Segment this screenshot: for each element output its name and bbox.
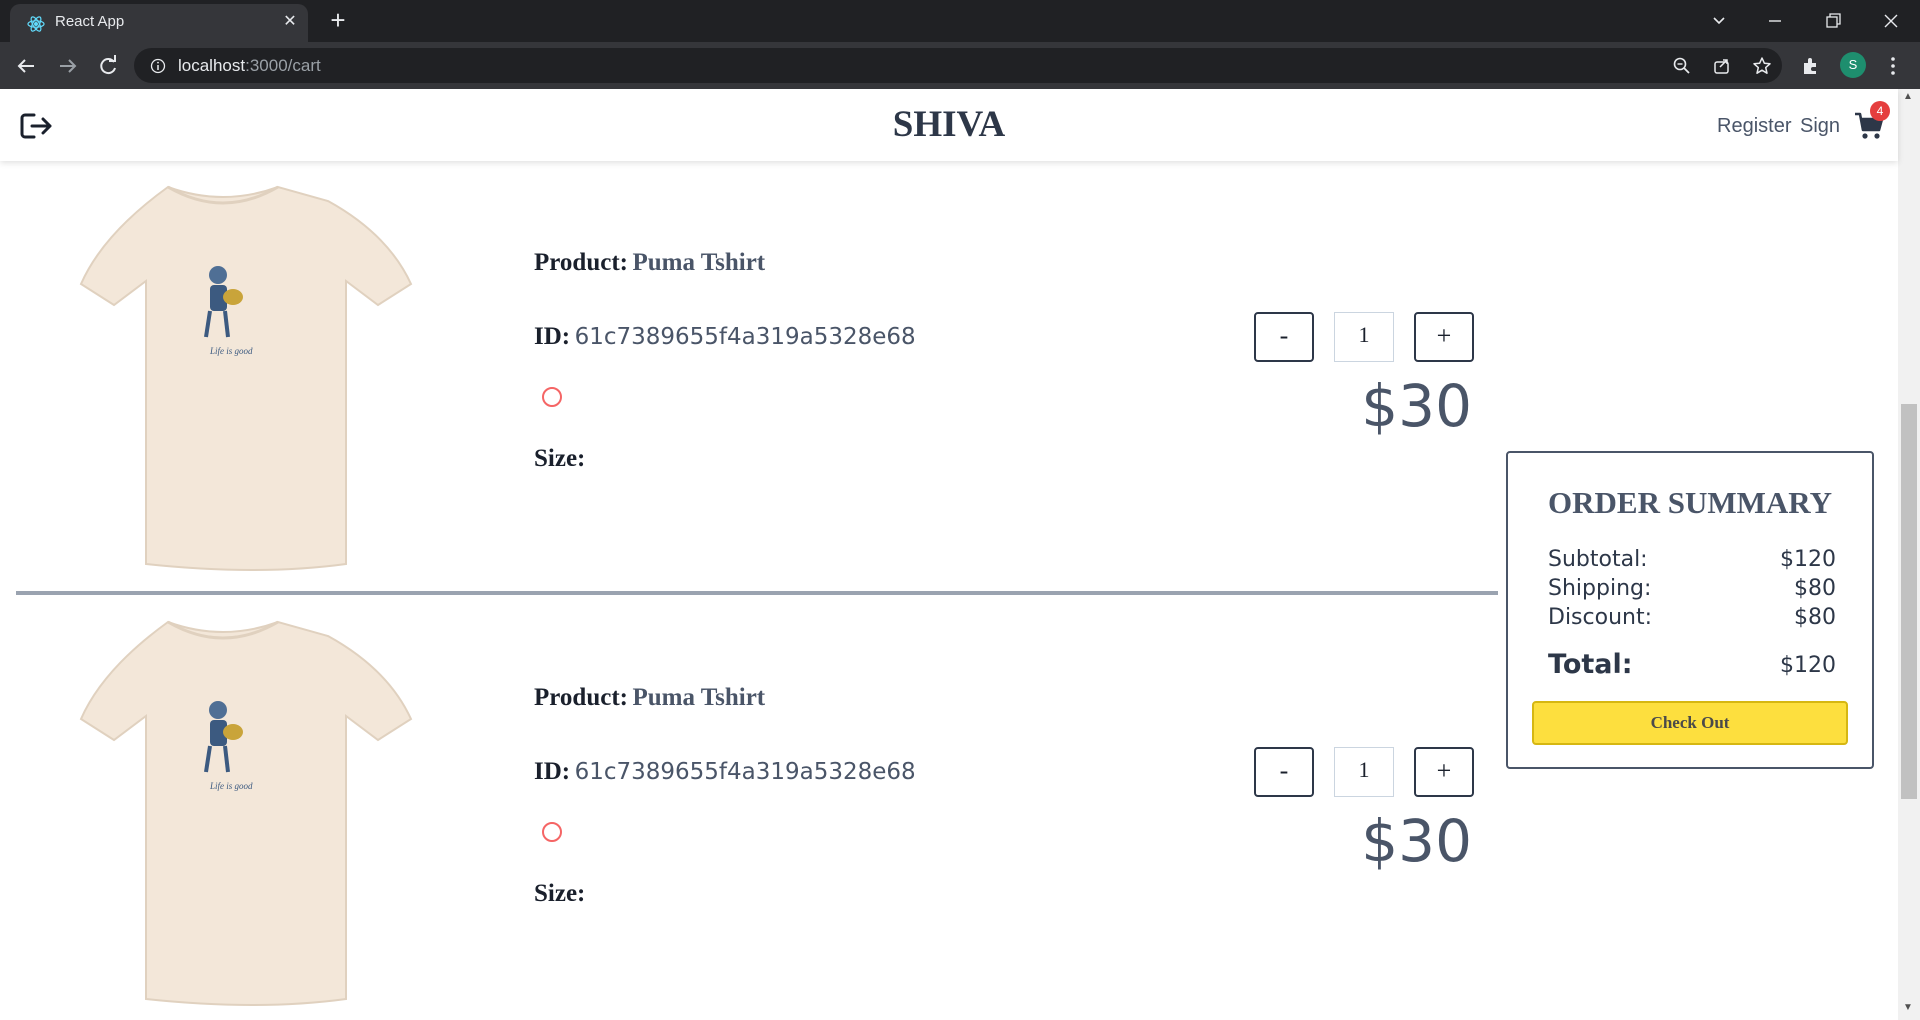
brand-logo[interactable]: SHIVA — [0, 103, 1898, 146]
share-icon[interactable] — [1712, 56, 1732, 76]
product-label: Product: — [534, 684, 628, 711]
tab-title: React App — [55, 13, 125, 30]
site-header: SHIVA Register Sign 4 — [0, 89, 1898, 161]
forward-arrow-icon[interactable] — [54, 52, 82, 80]
item-divider — [16, 591, 1498, 595]
size-label: Size: — [534, 445, 586, 472]
shipping-value: $80 — [1794, 576, 1836, 601]
restore-icon[interactable] — [1818, 6, 1848, 36]
info-icon[interactable] — [150, 58, 166, 74]
url-text[interactable]: localhost:3000/cart — [178, 56, 321, 76]
extensions-icon[interactable] — [1800, 55, 1822, 77]
svg-text:Life is good: Life is good — [209, 346, 253, 356]
quantity-value: 1 — [1334, 747, 1394, 797]
shipping-label: Shipping: — [1548, 576, 1652, 601]
minimize-icon[interactable] — [1760, 6, 1790, 36]
quantity-value: 1 — [1334, 312, 1394, 362]
reload-icon[interactable] — [94, 52, 122, 80]
product-label: Product: — [534, 249, 628, 276]
sign-link[interactable]: Sign — [1800, 115, 1840, 138]
id-label: ID: — [534, 323, 571, 350]
color-swatch-icon[interactable] — [542, 822, 562, 842]
id-line: ID: 61c7389655f4a319a5328e68 — [534, 758, 916, 786]
browser-tab[interactable]: React App ✕ — [10, 4, 308, 42]
scroll-up-icon[interactable]: ▲ — [1903, 91, 1913, 102]
decrease-quantity-button[interactable]: - — [1254, 312, 1314, 362]
order-summary-panel: ORDER SUMMARY Subtotal: $120 Shipping: $… — [1506, 451, 1874, 769]
star-icon[interactable] — [1752, 56, 1772, 76]
profile-avatar[interactable]: S — [1840, 52, 1866, 78]
new-tab-button[interactable]: + — [325, 7, 351, 33]
zoom-icon[interactable] — [1672, 56, 1692, 76]
close-window-icon[interactable] — [1876, 6, 1906, 36]
decrease-quantity-button[interactable]: - — [1254, 747, 1314, 797]
item-price: $30 — [1361, 372, 1472, 440]
id-value: 61c7389655f4a319a5328e68 — [574, 759, 916, 785]
subtotal-label: Subtotal: — [1548, 547, 1648, 572]
react-favicon — [27, 16, 45, 32]
scrollbar-thumb[interactable] — [1901, 404, 1917, 799]
scroll-down-icon[interactable]: ▼ — [1903, 1002, 1913, 1013]
product-line: Product: Puma Tshirt — [534, 249, 765, 277]
size-line: Size: — [534, 445, 585, 473]
register-link[interactable]: Register — [1717, 115, 1791, 138]
browser-toolbar: localhost:3000/cart — [0, 42, 1920, 89]
cart-count-badge: 4 — [1870, 101, 1890, 121]
product-name: Puma Tshirt — [632, 249, 766, 276]
url-path: :3000/cart — [245, 56, 321, 75]
back-arrow-icon[interactable] — [12, 52, 40, 80]
increase-quantity-button[interactable]: + — [1414, 747, 1474, 797]
address-bar[interactable]: localhost:3000/cart — [134, 48, 1782, 83]
increase-quantity-button[interactable]: + — [1414, 312, 1474, 362]
discount-label: Discount: — [1548, 605, 1652, 630]
menu-dots-icon[interactable] — [1882, 55, 1904, 77]
total-value: $120 — [1780, 653, 1836, 678]
discount-value: $80 — [1794, 605, 1836, 630]
size-line: Size: — [534, 880, 585, 908]
id-line: ID: 61c7389655f4a319a5328e68 — [534, 323, 916, 351]
cart-item: Life is good Product: Puma Tshirt ID: 61… — [0, 179, 1500, 609]
size-label: Size: — [534, 880, 586, 907]
svg-text:Life is good: Life is good — [209, 781, 253, 791]
tab-search-icon[interactable] — [1704, 6, 1734, 36]
url-host: localhost — [178, 56, 246, 75]
tab-close-icon[interactable]: ✕ — [280, 12, 300, 32]
total-label: Total: — [1548, 649, 1633, 680]
item-price: $30 — [1361, 807, 1472, 875]
id-label: ID: — [534, 758, 571, 785]
checkout-button[interactable]: Check Out — [1532, 701, 1848, 745]
subtotal-value: $120 — [1780, 547, 1836, 572]
id-value: 61c7389655f4a319a5328e68 — [574, 324, 916, 350]
product-line: Product: Puma Tshirt — [534, 684, 765, 712]
browser-tab-strip: React App ✕ + — [0, 0, 1920, 42]
color-swatch-icon[interactable] — [542, 387, 562, 407]
cart-item: Life is good Product: Puma Tshirt ID: 61… — [0, 614, 1500, 1020]
order-summary-title: ORDER SUMMARY — [1548, 485, 1832, 520]
product-name: Puma Tshirt — [632, 684, 766, 711]
product-image[interactable]: Life is good — [28, 179, 418, 579]
product-image[interactable]: Life is good — [28, 614, 418, 1014]
page-viewport: SHIVA Register Sign 4 Life is good Produ… — [0, 89, 1920, 1020]
